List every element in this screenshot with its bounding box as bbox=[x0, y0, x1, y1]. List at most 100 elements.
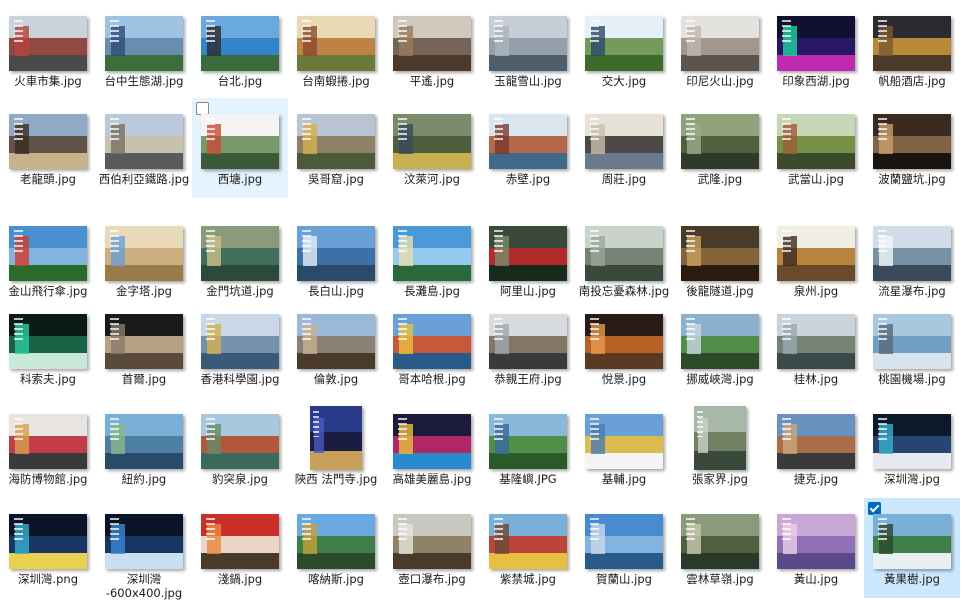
file-item[interactable]: 陝西 法門寺.jpg bbox=[288, 398, 384, 498]
image-thumbnail bbox=[201, 16, 279, 71]
file-item[interactable]: 首爾.jpg bbox=[96, 298, 192, 398]
file-item[interactable]: 武隆.jpg bbox=[672, 98, 768, 198]
file-item[interactable]: 深圳灣.png bbox=[0, 498, 96, 598]
file-item[interactable]: 捷克.jpg bbox=[768, 398, 864, 498]
file-item[interactable]: 長灘島.jpg bbox=[384, 210, 480, 310]
file-name-label: 黃山.jpg bbox=[793, 572, 839, 586]
file-thumbnail-grid: 火車市集.jpg 台中生態湖.jpg 台北.jpg 台南蝦捲.jpg 平遙.jpg 玉龍雪… bbox=[0, 0, 965, 600]
file-item[interactable]: 金山飛行傘.jpg bbox=[0, 210, 96, 310]
image-thumbnail bbox=[489, 514, 567, 569]
file-item[interactable]: 南投忘憂森林.jpg bbox=[576, 210, 672, 310]
file-item[interactable]: 高雄美麗島.jpg bbox=[384, 398, 480, 498]
file-item[interactable]: 金字塔.jpg bbox=[96, 210, 192, 310]
image-thumbnail bbox=[310, 406, 362, 470]
file-item[interactable]: 海防博物館.jpg bbox=[0, 398, 96, 498]
image-thumbnail bbox=[489, 16, 567, 71]
image-thumbnail bbox=[489, 314, 567, 369]
image-thumbnail bbox=[873, 414, 951, 469]
file-name-label: 流星瀑布.jpg bbox=[878, 284, 946, 298]
file-item[interactable]: 豹突泉.jpg bbox=[192, 398, 288, 498]
file-item[interactable]: 帆船酒店.jpg bbox=[864, 0, 960, 100]
file-item[interactable]: 桂林.jpg bbox=[768, 298, 864, 398]
file-item[interactable]: 紐約.jpg bbox=[96, 398, 192, 498]
image-thumbnail bbox=[873, 314, 951, 369]
file-name-label: 長白山.jpg bbox=[308, 284, 364, 298]
file-item[interactable]: 香港科學園.jpg bbox=[192, 298, 288, 398]
file-item[interactable]: 印尼火山.jpg bbox=[672, 0, 768, 100]
file-item[interactable]: 吳哥窟.jpg bbox=[288, 98, 384, 198]
file-name-label: 火車市集.jpg bbox=[14, 74, 82, 88]
file-item[interactable]: 張家界.jpg bbox=[672, 398, 768, 498]
file-item[interactable]: 阿里山.jpg bbox=[480, 210, 576, 310]
file-item[interactable]: 老龍頭.jpg bbox=[0, 98, 96, 198]
image-thumbnail bbox=[393, 16, 471, 71]
image-thumbnail bbox=[681, 314, 759, 369]
file-item[interactable]: 挪威峽灣.jpg bbox=[672, 298, 768, 398]
image-thumbnail bbox=[585, 16, 663, 71]
file-name-label: 哥本哈根.jpg bbox=[398, 372, 466, 386]
image-thumbnail bbox=[105, 114, 183, 169]
file-name-label: 香港科學園.jpg bbox=[200, 372, 280, 386]
file-item[interactable]: 周莊.jpg bbox=[576, 98, 672, 198]
image-thumbnail bbox=[873, 514, 951, 569]
file-item[interactable]: 恭親王府.jpg bbox=[480, 298, 576, 398]
file-item[interactable]: 基隆嶼.JPG bbox=[480, 398, 576, 498]
image-thumbnail bbox=[297, 314, 375, 369]
file-item[interactable]: 泉州.jpg bbox=[768, 210, 864, 310]
file-item[interactable]: 科索夫.jpg bbox=[0, 298, 96, 398]
file-item[interactable]: 桃園機場.jpg bbox=[864, 298, 960, 398]
image-thumbnail bbox=[489, 114, 567, 169]
file-name-label: 賀蘭山.jpg bbox=[596, 572, 652, 586]
image-thumbnail bbox=[201, 114, 279, 169]
file-name-label: 金山飛行傘.jpg bbox=[8, 284, 88, 298]
file-item[interactable]: 台南蝦捲.jpg bbox=[288, 0, 384, 100]
file-item[interactable]: 金門坑道.jpg bbox=[192, 210, 288, 310]
file-name-label: 深圳灣.jpg bbox=[884, 472, 940, 486]
file-name-label: 帆船酒店.jpg bbox=[878, 74, 946, 88]
file-item[interactable]: 汶萊河.jpg bbox=[384, 98, 480, 198]
file-item[interactable]: 紫禁城.jpg bbox=[480, 498, 576, 598]
file-name-label: 台北.jpg bbox=[217, 74, 263, 88]
file-item[interactable]: 西伯利亞鐵路.jpg bbox=[96, 98, 192, 198]
file-item[interactable]: 台北.jpg bbox=[192, 0, 288, 100]
file-name-label: 武隆.jpg bbox=[697, 172, 743, 186]
file-item[interactable]: 黃果樹.jpg bbox=[864, 498, 960, 598]
file-name-label: 陝西 法門寺.jpg bbox=[294, 472, 378, 486]
file-item[interactable]: 長白山.jpg bbox=[288, 210, 384, 310]
file-item[interactable]: 喀納斯.jpg bbox=[288, 498, 384, 598]
file-name-label: 金字塔.jpg bbox=[116, 284, 172, 298]
file-item[interactable]: 壺口瀑布.jpg bbox=[384, 498, 480, 598]
file-item[interactable]: 倫敦.jpg bbox=[288, 298, 384, 398]
file-item[interactable]: 流星瀑布.jpg bbox=[864, 210, 960, 310]
file-item[interactable]: 悅景.jpg bbox=[576, 298, 672, 398]
file-item[interactable]: 玉龍雪山.jpg bbox=[480, 0, 576, 100]
file-item[interactable]: 雲林草嶺.jpg bbox=[672, 498, 768, 598]
file-item[interactable]: 基輔.jpg bbox=[576, 398, 672, 498]
file-item[interactable]: 深圳灣.jpg bbox=[864, 398, 960, 498]
image-thumbnail bbox=[681, 514, 759, 569]
image-thumbnail bbox=[681, 226, 759, 281]
file-item[interactable]: 武當山.jpg bbox=[768, 98, 864, 198]
file-item[interactable]: 哥本哈根.jpg bbox=[384, 298, 480, 398]
file-name-label: 吳哥窟.jpg bbox=[308, 172, 364, 186]
file-item[interactable]: 深圳灣 -600x400.jpg bbox=[96, 498, 192, 600]
file-item[interactable]: 淺鍋.jpg bbox=[192, 498, 288, 598]
file-item[interactable]: 印象西湖.jpg bbox=[768, 0, 864, 100]
file-item[interactable]: 火車市集.jpg bbox=[0, 0, 96, 100]
file-name-label: 基輔.jpg bbox=[601, 472, 647, 486]
file-item[interactable]: 波蘭鹽坑.jpg bbox=[864, 98, 960, 198]
image-thumbnail bbox=[9, 16, 87, 71]
file-name-label: 印尼火山.jpg bbox=[686, 74, 754, 88]
file-item[interactable]: 黃山.jpg bbox=[768, 498, 864, 598]
image-thumbnail bbox=[393, 414, 471, 469]
file-item[interactable]: 台中生態湖.jpg bbox=[96, 0, 192, 100]
file-item[interactable]: 賀蘭山.jpg bbox=[576, 498, 672, 598]
file-name-label: 高雄美麗島.jpg bbox=[392, 472, 472, 486]
file-item[interactable]: 平遙.jpg bbox=[384, 0, 480, 100]
file-item[interactable]: 西塘.jpg bbox=[192, 98, 288, 198]
file-item[interactable]: 赤壁.jpg bbox=[480, 98, 576, 198]
file-name-label: 玉龍雪山.jpg bbox=[494, 74, 562, 88]
file-item[interactable]: 交大.jpg bbox=[576, 0, 672, 100]
file-name-label: 桃園機場.jpg bbox=[878, 372, 946, 386]
file-item[interactable]: 後龍隧道.jpg bbox=[672, 210, 768, 310]
